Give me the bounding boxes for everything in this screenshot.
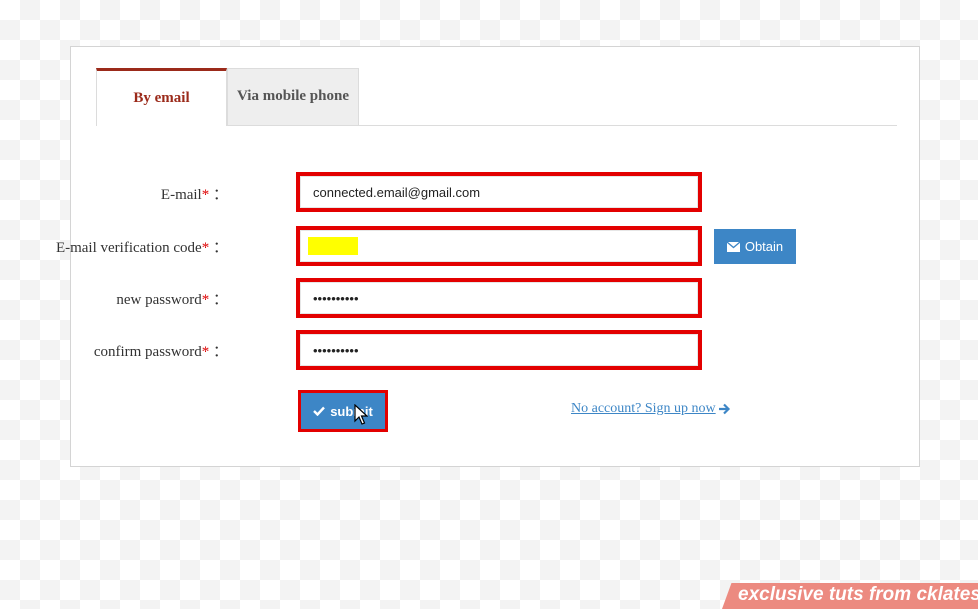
required-mark: * (201, 292, 210, 308)
tab-via-mobile-phone[interactable]: Via mobile phone (227, 68, 359, 125)
envelope-icon (726, 241, 740, 252)
confirm-password-field-highlight (296, 330, 702, 370)
watermark-text: exclusive tuts from cklatest (738, 584, 978, 605)
obtain-code-button[interactable]: Obtain (714, 229, 796, 264)
label-colon: ： (212, 240, 228, 256)
mouse-cursor-icon (354, 404, 368, 425)
code-label: E-mail verification code* ： (8, 236, 228, 257)
tab-by-email[interactable]: By email (96, 68, 227, 126)
tab-label: By email (133, 90, 190, 106)
tab-label: Via mobile phone (237, 87, 349, 104)
required-mark: * (201, 187, 210, 203)
code-label-text: E-mail verification code (55, 240, 202, 256)
signup-link-text: No account? Sign up now (571, 401, 716, 416)
new-password-field-highlight (296, 278, 702, 318)
arrow-right-icon (718, 403, 730, 415)
new-password-label: new password* ： (8, 288, 228, 309)
submit-button[interactable]: submit (301, 393, 385, 429)
confirm-password-label: confirm password* ： (8, 340, 228, 361)
redaction-highlight (308, 237, 358, 255)
email-field[interactable] (300, 176, 698, 208)
confirm-password-field[interactable] (300, 334, 698, 366)
new-password-label-text: new password (116, 292, 202, 308)
checkmark-icon (313, 406, 326, 416)
obtain-label: Obtain (744, 239, 784, 254)
label-colon: ： (212, 187, 228, 203)
tab-bar: By email Via mobile phone (96, 68, 897, 126)
required-mark: * (201, 240, 210, 256)
email-label-text: E-mail (160, 187, 202, 203)
new-password-field[interactable] (300, 282, 698, 314)
reset-password-panel: By email Via mobile phone E-mail* ： E-ma… (56, 46, 920, 467)
label-colon: ： (212, 292, 228, 308)
code-field-highlight (296, 226, 702, 266)
required-mark: * (201, 344, 210, 360)
label-colon: ： (212, 344, 228, 360)
submit-button-highlight: submit (298, 390, 388, 432)
signup-link[interactable]: No account? Sign up now (571, 401, 731, 417)
confirm-password-label-text: confirm password (93, 344, 202, 360)
verification-code-field[interactable] (300, 230, 698, 262)
email-label: E-mail* ： (8, 183, 228, 204)
email-field-highlight (296, 172, 702, 212)
